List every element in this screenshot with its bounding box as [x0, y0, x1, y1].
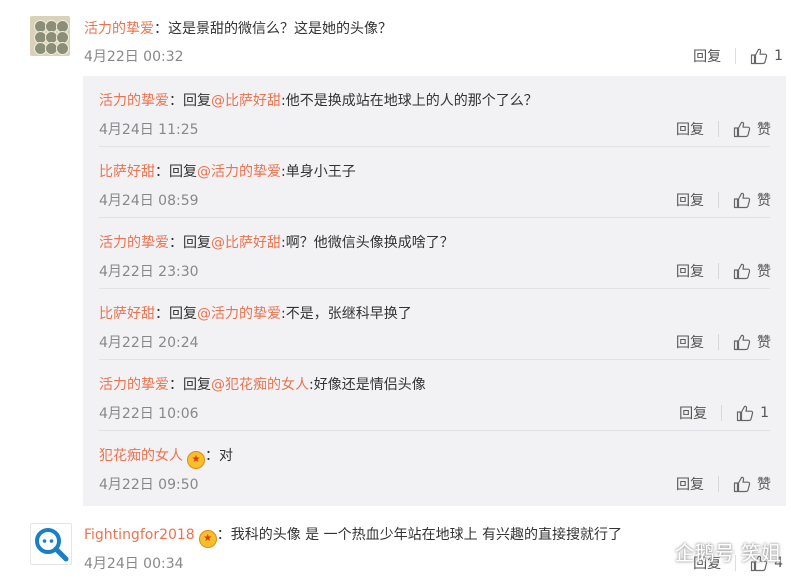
reply-actions: 回复 赞 [676, 332, 771, 352]
reply-body: :单身小王子 [281, 164, 356, 180]
reply-prefix: ：回复 [169, 377, 211, 393]
reply-body: :不是，张继科早换了 [281, 306, 412, 322]
like-button[interactable]: 1 [736, 404, 769, 422]
reply-mention-link[interactable]: @犯花痴的女人 [211, 377, 309, 393]
like-button[interactable]: 赞 [733, 119, 771, 139]
reply-item: 活力的挚爱：回复@比萨好甜:他不是换成站在地球上的人的那个了么？ 4月24日 1… [83, 76, 786, 147]
reply-item: 比萨好甜：回复@活力的挚爱:单身小王子 4月24日 08:59 回复 赞 [83, 147, 786, 218]
divider [718, 121, 719, 137]
reply-prefix: ：回复 [169, 235, 211, 251]
thumbs-up-icon [733, 476, 751, 493]
reply-prefix: ：回复 [155, 164, 197, 180]
comment-body: ：这是景甜的微信么？这是她的头像？ [154, 21, 392, 37]
reply-text-line: 比萨好甜：回复@活力的挚爱:单身小王子 [99, 161, 356, 181]
reply-mention-link[interactable]: @比萨好甜 [211, 93, 281, 109]
reply-username[interactable]: 比萨好甜 [99, 164, 155, 180]
reply-thread: 活力的挚爱：回复@比萨好甜:他不是换成站在地球上的人的那个了么？ 4月24日 1… [83, 76, 786, 506]
like-count: 1 [760, 405, 769, 421]
like-button[interactable]: 赞 [733, 332, 771, 352]
comment-username[interactable]: Fightingfor2018 [84, 527, 195, 543]
thumbs-up-icon [750, 48, 768, 65]
reply-body: :好像还是情侣头像 [309, 377, 426, 393]
reply-username[interactable]: 比萨好甜 [99, 306, 155, 322]
reply-text-line: 活力的挚爱：回复@犯花痴的女人:好像还是情侣头像 [99, 374, 426, 394]
like-count: 1 [774, 48, 783, 64]
reply-timestamp: 4月24日 08:59 [99, 193, 199, 209]
comment-actions: 回复 1 [693, 46, 783, 66]
reply-mention-link[interactable]: @活力的挚爱 [197, 306, 281, 322]
reply-timestamp: 4月22日 23:30 [99, 264, 199, 280]
user-avatar[interactable] [30, 16, 70, 56]
reply-mention-link[interactable]: @比萨好甜 [211, 235, 281, 251]
reply-timestamp: 4月24日 11:25 [99, 122, 199, 138]
like-button[interactable]: 赞 [733, 261, 771, 281]
reply-username[interactable]: 活力的挚爱 [99, 235, 169, 251]
reply-actions: 回复 1 [679, 403, 769, 423]
comment-timestamp: 4月22日 00:32 [84, 49, 184, 65]
reply-button[interactable]: 回复 [676, 332, 704, 352]
like-label: 赞 [757, 335, 771, 351]
reply-button[interactable]: 回复 [676, 474, 704, 494]
comment-text-line: 活力的挚爱：这是景甜的微信么？这是她的头像？ [84, 18, 392, 38]
comment-timestamp: 4月24日 00:34 [84, 556, 184, 572]
like-button[interactable]: 1 [750, 47, 783, 65]
reply-prefix: ：回复 [169, 93, 211, 109]
reply-timestamp: 4月22日 10:06 [99, 406, 199, 422]
user-avatar[interactable] [30, 523, 72, 565]
reply-actions: 回复 赞 [676, 474, 771, 494]
reply-item: 比萨好甜：回复@活力的挚爱:不是，张继科早换了 4月22日 20:24 回复 赞 [83, 289, 786, 360]
like-label: 赞 [757, 264, 771, 280]
divider [718, 192, 719, 208]
reply-button[interactable]: 回复 [676, 119, 704, 139]
reply-actions: 回复 赞 [676, 261, 771, 281]
reply-body: :啊？他微信头像换成啥了？ [281, 235, 454, 251]
reply-item: 犯花痴的女人 ★ ：对 4月22日 09:50 回复 赞 [83, 431, 786, 502]
reply-text-line: 活力的挚爱：回复@比萨好甜:啊？他微信头像换成啥了？ [99, 232, 454, 252]
like-button[interactable]: 赞 [733, 474, 771, 494]
reply-button[interactable]: 回复 [676, 190, 704, 210]
reply-item: 活力的挚爱：回复@比萨好甜:啊？他微信头像换成啥了？ 4月22日 23:30 回… [83, 218, 786, 289]
reply-mention-link[interactable]: @活力的挚爱 [197, 164, 281, 180]
like-label: 赞 [757, 193, 771, 209]
divider [718, 263, 719, 279]
reply-timestamp: 4月22日 09:50 [99, 477, 199, 493]
reply-body: :他不是换成站在地球上的人的那个了么？ [281, 93, 538, 109]
reply-prefix: ：回复 [155, 306, 197, 322]
like-label: 赞 [757, 477, 771, 493]
magnifier-icon [35, 528, 69, 562]
reply-body: ：对 [205, 448, 233, 464]
divider [718, 476, 719, 492]
reply-actions: 回复 赞 [676, 190, 771, 210]
thumbs-up-icon [733, 192, 751, 209]
thumbs-up-icon [733, 263, 751, 280]
divider [735, 48, 737, 64]
thumbs-up-icon [733, 121, 751, 138]
comment-username[interactable]: 活力的挚爱 [84, 21, 154, 37]
reply-button[interactable]: 回复 [676, 261, 704, 281]
reply-text-line: 犯花痴的女人 ★ ：对 [99, 445, 233, 469]
crown-badge-icon: ★ [187, 451, 205, 469]
reply-button[interactable]: 回复 [679, 403, 707, 423]
divider [721, 405, 723, 421]
divider [718, 334, 719, 350]
thumbs-up-icon [733, 334, 751, 351]
reply-text-line: 活力的挚爱：回复@比萨好甜:他不是换成站在地球上的人的那个了么？ [99, 90, 538, 110]
reply-actions: 回复 赞 [676, 119, 771, 139]
reply-username[interactable]: 活力的挚爱 [99, 377, 169, 393]
like-button[interactable]: 赞 [733, 190, 771, 210]
like-label: 赞 [757, 122, 771, 138]
reply-username[interactable]: 活力的挚爱 [99, 93, 169, 109]
thumbs-up-icon [736, 405, 754, 422]
reply-button[interactable]: 回复 [693, 46, 721, 66]
crown-badge-icon: ★ [198, 530, 217, 548]
comment-text-line: Fightingfor2018 ★ ：我科的头像 是 一个热血少年站在地球上 有兴趣… [84, 524, 622, 548]
reply-timestamp: 4月22日 20:24 [99, 335, 199, 351]
comment-body: ：我科的头像 是 一个热血少年站在地球上 有兴趣的直接搜就行了 [216, 527, 623, 543]
reply-username[interactable]: 犯花痴的女人 [99, 448, 183, 464]
watermark: 企鹅号 笑姐 [674, 541, 781, 565]
reply-item: 活力的挚爱：回复@犯花痴的女人:好像还是情侣头像 4月22日 10:06 回复 … [83, 360, 786, 431]
reply-text-line: 比萨好甜：回复@活力的挚爱:不是，张继科早换了 [99, 303, 412, 323]
